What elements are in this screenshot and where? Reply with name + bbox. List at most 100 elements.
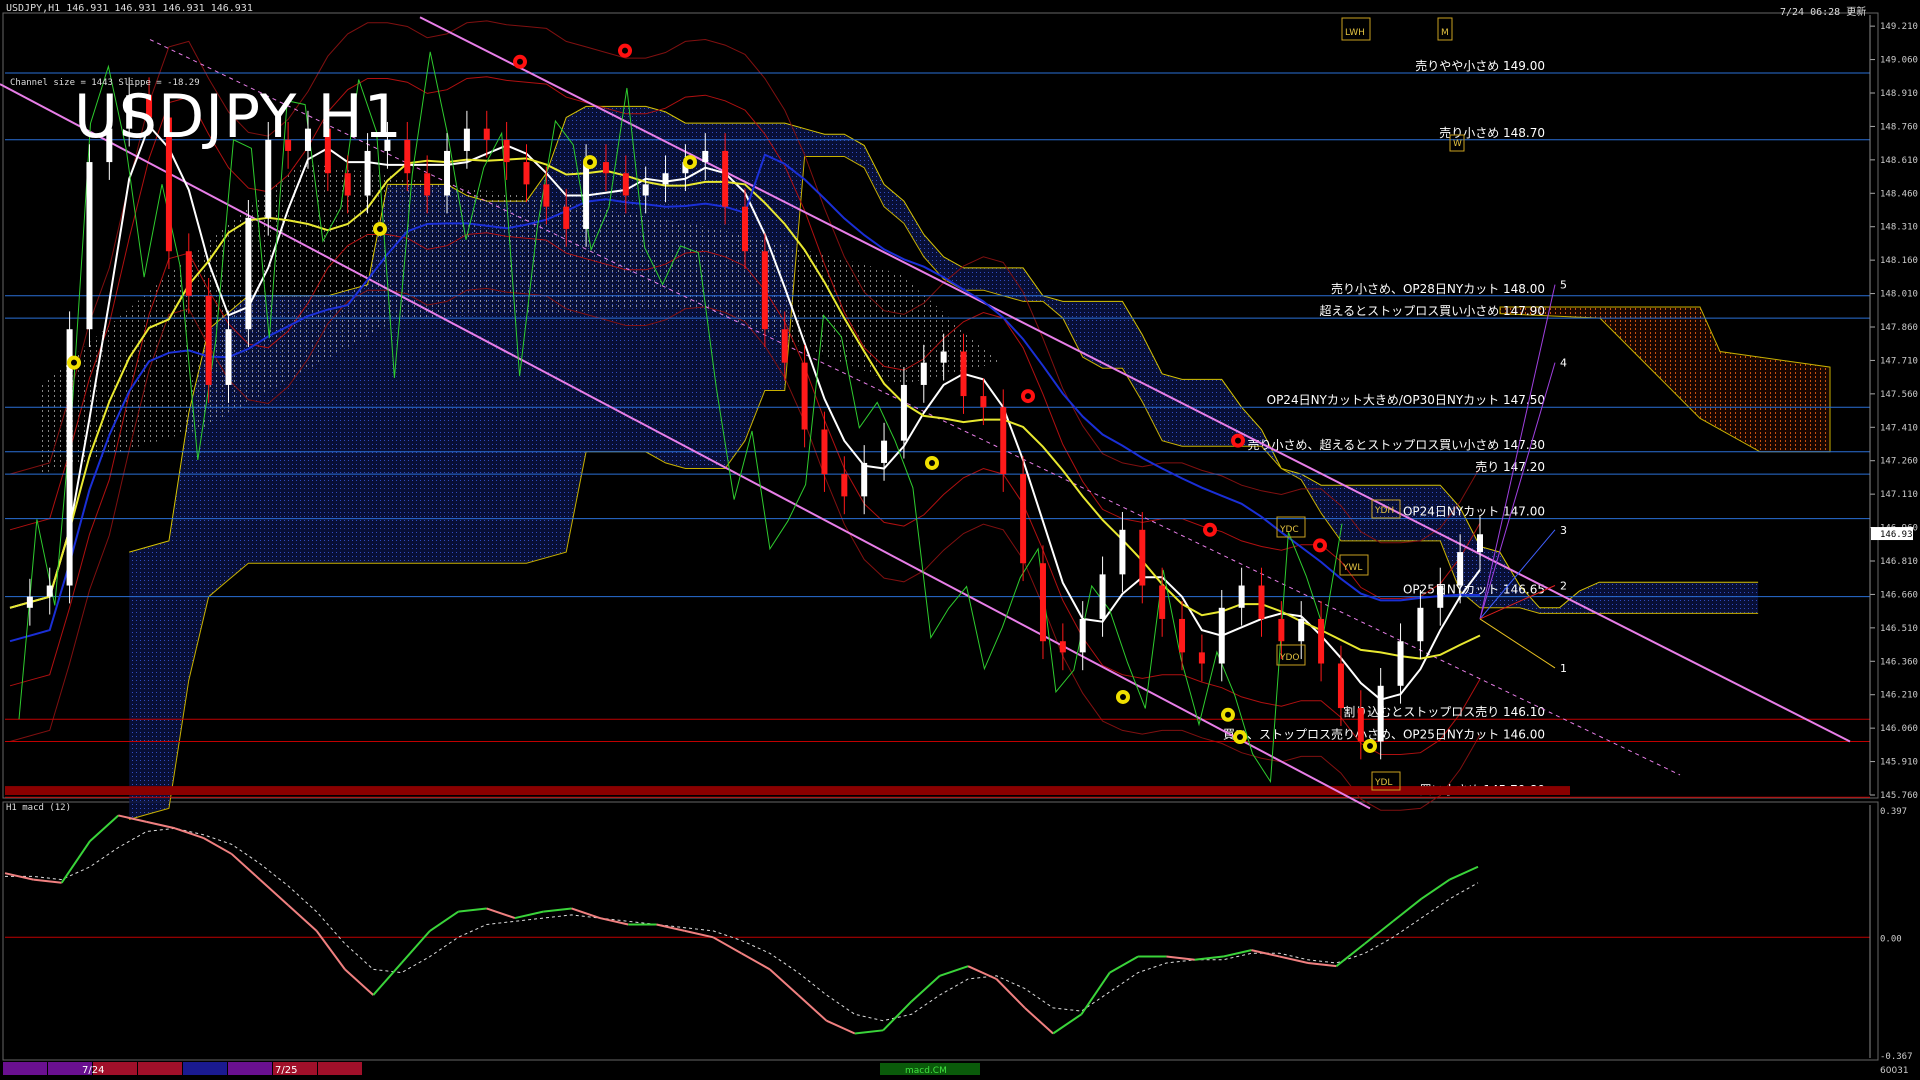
candle-body	[940, 351, 947, 363]
time-axis-label: 7/25	[275, 1065, 297, 1076]
current-price-label: 146.931	[1880, 530, 1918, 540]
macd-segment	[1052, 1013, 1082, 1035]
candle-body	[1139, 529, 1146, 586]
candle-body	[821, 429, 828, 475]
level-label: OP24日NYカット 147.00	[1403, 505, 1545, 519]
marker-core	[71, 359, 77, 366]
macd-segment	[854, 1029, 884, 1035]
session-strip	[138, 1062, 182, 1075]
marker-core	[929, 459, 935, 466]
marker-core	[622, 47, 628, 54]
candle-body	[1337, 663, 1344, 709]
level-label: 買い、ストップロス売り小さめ、OP25日NYカット 146.00	[1223, 727, 1545, 742]
candle-body	[1119, 529, 1126, 575]
candle-body	[463, 128, 470, 151]
price-tick-label: 146.360	[1880, 657, 1918, 667]
macd-tick-label: -0.367	[1880, 1052, 1913, 1062]
box-label-m: M	[1441, 28, 1449, 38]
symbol-info: USDJPY,H1 146.931 146.931 146.931 146.93…	[6, 3, 253, 14]
price-tick-label: 145.910	[1880, 758, 1918, 768]
candle-body	[503, 139, 510, 163]
box-label-w: W	[1453, 139, 1462, 149]
candle-body	[1099, 574, 1106, 619]
price-tick-label: 146.060	[1880, 724, 1918, 734]
marker-core	[1235, 437, 1241, 444]
candle-body	[523, 162, 530, 185]
session-strip	[318, 1062, 362, 1075]
macd-tick-label: 0.00	[1880, 934, 1902, 944]
macd-segment	[202, 837, 233, 855]
candle-body	[1159, 585, 1166, 619]
level-label: OP24日NYカット大きめ/OP30日NYカット 147.50	[1267, 393, 1545, 407]
candle-body	[1278, 618, 1285, 642]
level-label: 売り小さめ、OP28日NYカット 148.00	[1331, 281, 1545, 296]
candle-body	[583, 162, 590, 229]
macd-tick-label: 0.397	[1880, 807, 1907, 817]
level-label: 売り 147.20	[1475, 459, 1545, 474]
box-label-lwh: LWH	[1345, 28, 1365, 38]
candle-body	[1477, 534, 1483, 553]
macd-segment	[741, 952, 771, 971]
candle-body	[1397, 641, 1404, 686]
price-tick-label: 149.210	[1880, 22, 1918, 32]
candle-body	[1059, 641, 1066, 653]
box-label-ydo: YDO	[1279, 653, 1300, 663]
candle-body	[46, 585, 53, 597]
candle-body	[1238, 585, 1245, 608]
candle-body	[364, 150, 371, 196]
macd-segment	[1166, 955, 1195, 961]
candle-body	[1298, 618, 1305, 642]
candle-body	[424, 173, 431, 196]
candle-body	[1417, 607, 1424, 642]
marker-core	[1120, 693, 1126, 700]
macd-segment	[458, 907, 487, 913]
macd-segment	[514, 910, 544, 920]
projection-label: 5	[1560, 279, 1567, 292]
candle-body	[1000, 407, 1007, 475]
candle-body	[543, 184, 550, 207]
candle-body	[900, 384, 907, 441]
macd-segment	[89, 814, 119, 842]
bottom-label: 60031	[1880, 1066, 1909, 1076]
macd-segment	[146, 820, 176, 830]
marker-core	[1025, 393, 1031, 400]
macd-segment	[60, 840, 91, 884]
candle-body	[980, 396, 987, 408]
candle-body	[444, 150, 451, 196]
candle-body	[404, 139, 411, 174]
time-axis-label: 7/24	[82, 1065, 104, 1076]
macd-segment	[1080, 972, 1111, 1015]
macd-segment	[33, 878, 62, 884]
marker-core	[687, 159, 693, 166]
macd-segment	[372, 962, 403, 996]
candle-body	[1318, 618, 1325, 664]
candle-body	[86, 162, 93, 330]
chart-canvas: 売りやや小さめ 149.00 売り小さめ 148.70 売り小さめ、OP28日NYカ…	[0, 12, 1918, 1076]
macd-segment	[429, 910, 459, 932]
price-tick-label: 148.910	[1880, 89, 1918, 99]
level-label: 割り込むとストップロス売り 146.10	[1343, 704, 1545, 719]
candle-body	[781, 329, 788, 363]
macd-segment	[1449, 865, 1479, 881]
candle-body	[801, 362, 808, 430]
candle-body	[185, 251, 192, 296]
candle-body	[1039, 563, 1046, 642]
macd-segment	[1279, 955, 1309, 964]
macd-segment	[1194, 955, 1224, 961]
price-tick-label: 148.310	[1880, 223, 1918, 233]
candle-body	[702, 150, 709, 163]
future-cloud	[1499, 306, 1831, 453]
macd-segment	[967, 965, 997, 980]
macd-segment	[543, 907, 572, 913]
level-label: 超えるとストップロス買い小さめ 147.90	[1320, 303, 1545, 318]
chart-text: 7/24 7/25 macd.CM 60031	[3, 1062, 1909, 1076]
macd-segment	[712, 936, 742, 955]
projection-line	[1479, 618, 1556, 669]
macd-segment	[230, 853, 261, 881]
candle-body	[841, 474, 848, 497]
candle-body	[920, 362, 927, 385]
macd-segment	[684, 929, 714, 939]
candle-body	[1377, 685, 1384, 742]
candle-body	[960, 351, 967, 397]
macd-signal-line	[5, 827, 1479, 1022]
